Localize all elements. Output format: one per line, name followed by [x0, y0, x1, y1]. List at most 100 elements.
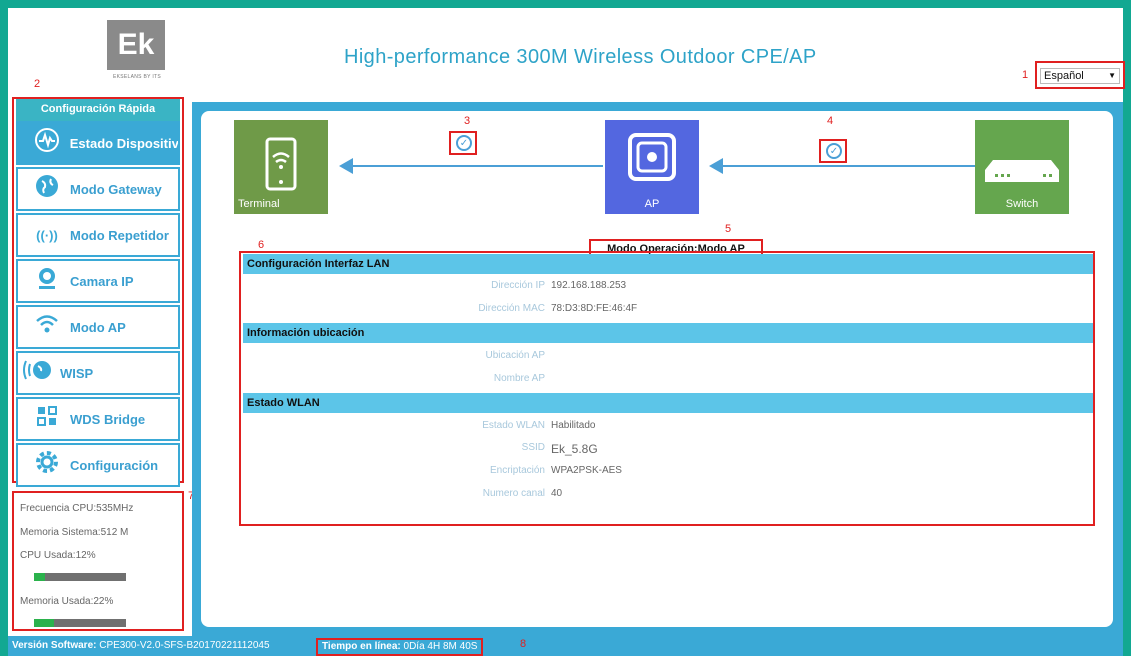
- ap-device-icon: [628, 133, 676, 181]
- marker-2: 2: [34, 78, 41, 90]
- quick-config-header[interactable]: Configuración Rápida: [16, 99, 180, 123]
- channel-value: 40: [551, 488, 563, 499]
- ap-name-label: Nombre AP: [493, 373, 545, 384]
- link-status-check-2: ✓: [819, 139, 847, 163]
- cpu-used: CPU Usada:12%: [20, 550, 96, 561]
- software-version: Versión Software: CPE300-V2.0-SFS-B20170…: [12, 636, 270, 656]
- marker-6: 6: [258, 239, 265, 251]
- menu-label: Camara IP: [70, 273, 134, 289]
- ip-value: 192.168.188.253: [551, 280, 627, 291]
- menu-item-wisp[interactable]: WISP: [16, 351, 180, 395]
- menu-item-configuration[interactable]: Configuración: [16, 443, 180, 487]
- menu-item-wds-bridge[interactable]: WDS Bridge: [16, 397, 180, 441]
- wlan-state-value: Habilitado: [551, 420, 596, 431]
- menu-item-ap-mode[interactable]: Modo AP: [16, 305, 180, 349]
- ap-location-row: Ubicación AP: [243, 350, 1093, 366]
- main-content: Terminal 3 ✓ AP 4 ✓ Switch 5 Modo Operac…: [201, 111, 1113, 627]
- marker-5: 5: [725, 223, 732, 235]
- check-icon: ✓: [826, 143, 842, 159]
- menu-label: Modo Repetidor: [70, 227, 169, 243]
- switch-icon: [985, 160, 1059, 182]
- sidebar: Configuración Rápida Estado Dispositiv M…: [12, 97, 184, 487]
- section-location: Información ubicación: [243, 323, 1093, 343]
- logo: Ek: [107, 20, 165, 70]
- channel-label: Numero canal: [482, 488, 545, 499]
- marker-8: 8: [520, 638, 527, 650]
- wisp-icon: [20, 357, 60, 389]
- encryption-label: Encriptación: [489, 465, 545, 476]
- menu-label: Modo AP: [70, 319, 126, 335]
- marker-1: 1: [1022, 69, 1029, 81]
- switch-label: Switch: [1005, 198, 1039, 210]
- page: Ek EKSELANS BY ITS High-performance 300M…: [8, 8, 1125, 656]
- check-icon: ✓: [456, 135, 472, 151]
- menu-item-ip-camera[interactable]: Camara IP: [16, 259, 180, 303]
- ap-label: AP: [644, 198, 660, 210]
- memory-used: Memoria Usada:22%: [20, 596, 114, 607]
- language-select-box[interactable]: Español ▼: [1035, 61, 1125, 89]
- section-wlan: Estado WLAN: [243, 393, 1093, 413]
- wlan-state-row: Estado WLAN Habilitado: [243, 420, 1093, 436]
- wifi-icon: [32, 311, 62, 343]
- cpu-frequency: Frecuencia CPU:535MHz: [20, 503, 134, 514]
- menu-item-gateway[interactable]: Modo Gateway: [16, 167, 180, 211]
- menu-label: WDS Bridge: [70, 411, 146, 427]
- language-value: Español: [1044, 70, 1084, 82]
- menu-item-repeater[interactable]: ((·)) Modo Repetidor: [16, 213, 180, 257]
- bridge-icon: [32, 403, 62, 435]
- version-label: Versión Software:: [12, 640, 97, 651]
- language-select[interactable]: Español ▼: [1040, 68, 1120, 84]
- tablet-icon: [265, 137, 297, 191]
- main-panel: Terminal 3 ✓ AP 4 ✓ Switch 5 Modo Operac…: [192, 102, 1123, 636]
- menu-label: Configuración: [70, 457, 159, 473]
- ip-row: Dirección IP 192.168.188.253: [243, 280, 1093, 296]
- footer: Versión Software: CPE300-V2.0-SFS-B20170…: [8, 636, 1123, 656]
- logo-subtitle: EKSELANS BY ITS: [112, 74, 162, 80]
- system-memory: Memoria Sistema:512 M: [20, 527, 129, 538]
- cpu-usage-fill: [34, 573, 46, 581]
- config-panel: Configuración Interfaz LAN Dirección IP …: [239, 251, 1095, 526]
- cpu-usage-bar: [34, 573, 126, 581]
- terminal-node[interactable]: Terminal: [234, 120, 328, 214]
- switch-node[interactable]: Switch: [975, 120, 1069, 214]
- wlan-state-label: Estado WLAN: [482, 420, 545, 431]
- link-ap-switch: [721, 165, 975, 167]
- ssid-label: SSID: [521, 442, 545, 453]
- pulse-icon: [32, 127, 62, 159]
- encryption-value: WPA2PSK-AES: [551, 465, 622, 476]
- marker-4: 4: [827, 115, 834, 127]
- memory-usage-bar: [34, 619, 126, 627]
- encryption-row: Encriptación WPA2PSK-AES: [243, 465, 1093, 481]
- uptime: Tiempo en línea: 0Día 4H 8M 40S: [316, 638, 484, 656]
- uptime-value: 0Día 4H 8M 40S: [403, 641, 478, 652]
- ap-node[interactable]: AP: [605, 120, 699, 214]
- ap-name-row: Nombre AP: [243, 373, 1093, 389]
- menu-label: WISP: [60, 365, 94, 381]
- mac-value: 78:D3:8D:FE:46:4F: [551, 303, 638, 314]
- ip-label: Dirección IP: [491, 280, 545, 291]
- uptime-label: Tiempo en línea:: [322, 641, 401, 652]
- menu-label: Modo Gateway: [70, 181, 162, 197]
- globe-icon: [32, 173, 62, 205]
- camera-icon: [32, 265, 62, 297]
- channel-row: Numero canal 40: [243, 488, 1093, 504]
- section-lan: Configuración Interfaz LAN: [243, 254, 1093, 274]
- link-terminal-ap: [351, 165, 603, 167]
- antenna-icon: ((·)): [36, 227, 58, 243]
- terminal-label: Terminal: [238, 198, 280, 210]
- ssid-row: SSID Ek_5.8G: [243, 442, 1093, 458]
- dropdown-arrow-icon: ▼: [1108, 71, 1116, 80]
- ssid-value: Ek_5.8G: [551, 442, 598, 456]
- link-status-check-1: ✓: [449, 131, 477, 155]
- mac-label: Dirección MAC: [478, 303, 545, 314]
- marker-3: 3: [464, 115, 471, 127]
- version-value: CPE300-V2.0-SFS-B20170221112045: [99, 640, 270, 651]
- menu-item-device-status[interactable]: Estado Dispositiv: [16, 121, 180, 165]
- ap-location-label: Ubicación AP: [485, 350, 545, 361]
- gear-icon: [32, 449, 62, 481]
- memory-usage-fill: [34, 619, 55, 627]
- page-title: High-performance 300M Wireless Outdoor C…: [344, 46, 817, 68]
- mac-row: Dirección MAC 78:D3:8D:FE:46:4F: [243, 303, 1093, 319]
- menu-label: Estado Dispositiv: [69, 135, 178, 151]
- system-stats: Frecuencia CPU:535MHz Memoria Sistema:51…: [12, 491, 184, 631]
